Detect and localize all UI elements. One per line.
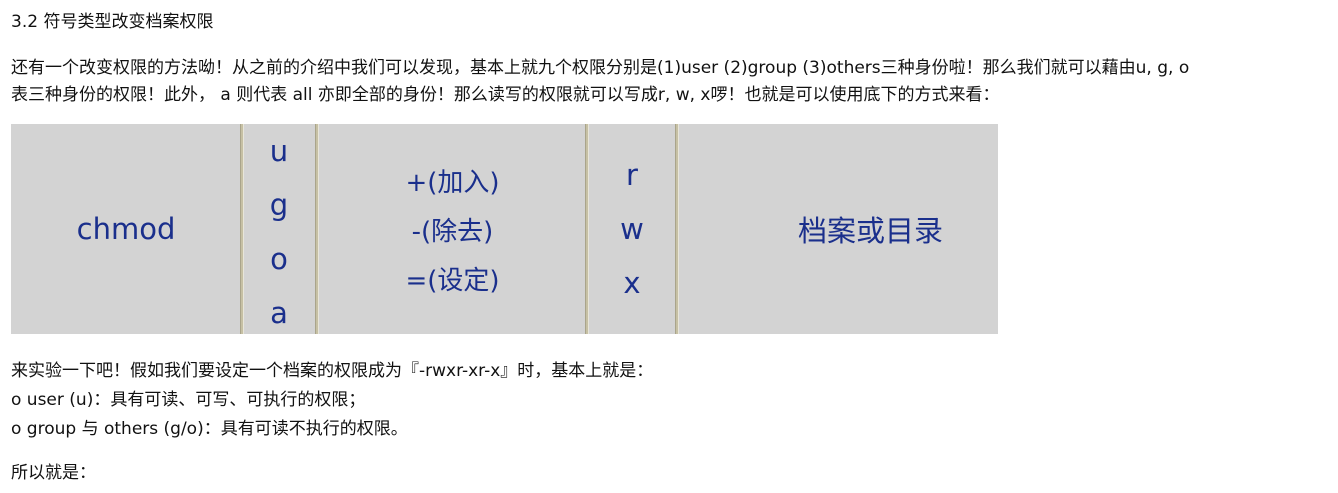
target-cell: 档案或目录	[679, 124, 998, 334]
operator-add: +(加入)	[405, 167, 500, 198]
permission-execute: x	[623, 266, 641, 300]
operator-remove: -(除去)	[411, 216, 494, 247]
intro-paragraph-line-2: 表三种身份的权限！此外， a 则代表 all 亦即全部的身份！那么读写的权限就可…	[11, 85, 1000, 105]
target-label: 档案或目录	[797, 214, 943, 248]
command-cell: chmod	[11, 124, 241, 334]
who-others: o	[270, 242, 288, 276]
permission-write: w	[620, 212, 644, 246]
who-cell: u g o a	[244, 124, 314, 334]
operator-cell: +(加入) -(除去) =(设定)	[319, 124, 586, 334]
closing-line: 所以就是：	[11, 463, 96, 483]
operator-set: =(设定)	[405, 265, 500, 296]
permission-cell: r w x	[589, 124, 675, 334]
permission-read: r	[626, 158, 638, 192]
who-user: u	[269, 134, 289, 168]
intro-paragraph-line-1: 还有一个改变权限的方法呦！从之前的介绍中我们可以发现，基本上就九个权限分别是(1…	[11, 58, 1190, 78]
chmod-syntax-figure: chmod u g o a +(加入) -(除去) =(设定) r w x 档案…	[11, 124, 998, 334]
bullet-user: o user (u)：具有可读、可写、可执行的权限；	[11, 390, 366, 410]
who-all: a	[270, 296, 288, 330]
command-label: chmod	[76, 212, 176, 246]
section-heading: 3.2 符号类型改变档案权限	[11, 12, 214, 32]
example-intro-line: 来实验一下吧！假如我们要设定一个档案的权限成为『-rwxr-xr-x』时，基本上…	[11, 361, 654, 381]
who-group: g	[269, 188, 289, 222]
bullet-group-others: o group 与 others (g/o)：具有可读不执行的权限。	[11, 419, 408, 439]
